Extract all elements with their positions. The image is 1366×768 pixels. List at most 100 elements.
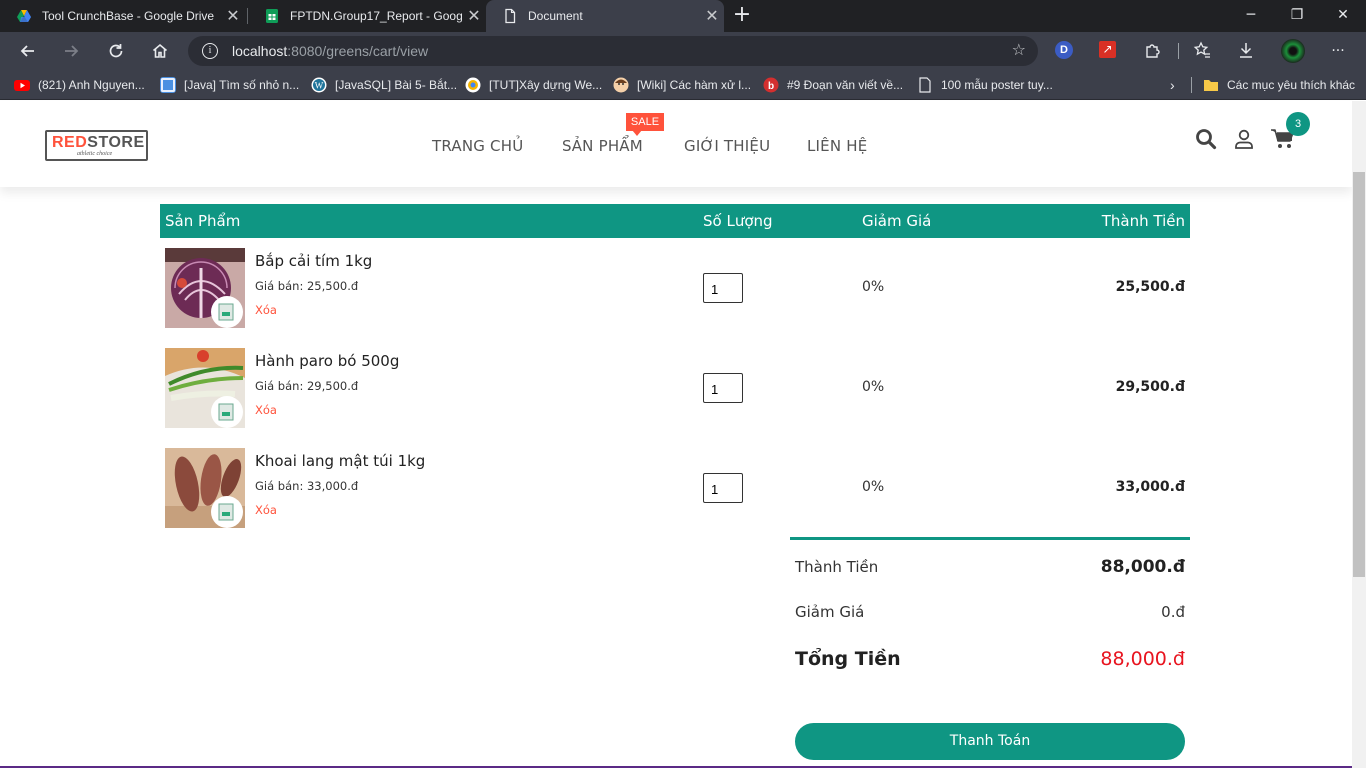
restore-button[interactable]: ❐ — [1274, 0, 1320, 32]
site-icon — [160, 77, 176, 93]
profile-avatar-icon[interactable] — [1281, 39, 1305, 63]
extensions-puzzle-icon[interactable] — [1143, 41, 1163, 61]
quantity-input[interactable]: 1 — [703, 473, 743, 503]
header-discount: Giảm Giá — [862, 212, 932, 230]
discount-row: Giảm Giá 0.đ — [795, 603, 1185, 625]
product-price: Giá bán: 33,000.đ — [255, 479, 359, 493]
item-total: 33,000.đ — [1115, 479, 1185, 495]
new-tab-button[interactable]: + — [730, 4, 754, 28]
subtotal-value: 88,000.đ — [1100, 557, 1185, 577]
extension-red-icon[interactable]: ↗ — [1099, 41, 1119, 61]
bookmarks-overflow-chevron-icon[interactable]: › — [1170, 76, 1175, 94]
forward-button[interactable] — [57, 37, 85, 65]
browser-toolbar: i localhost:8080/greens/cart/view ☆ D ↗ … — [0, 32, 1366, 70]
back-arrow-icon — [20, 45, 34, 57]
nav-home[interactable]: TRANG CHỦ — [432, 137, 523, 155]
browser-tab-bar: Tool CrunchBase - Google Drive ✕ FPTDN.G… — [0, 0, 1366, 32]
document-icon — [505, 8, 516, 24]
reload-icon — [109, 44, 123, 58]
nav-about[interactable]: GIỚI THIỆU — [684, 137, 770, 155]
tab-title: Tool CrunchBase - Google Drive — [42, 9, 215, 23]
quantity-input[interactable]: 1 — [703, 273, 743, 303]
bookmark-item[interactable]: [Wiki] Các hàm xử l... — [613, 76, 751, 94]
bookmark-item[interactable]: b #9 Đoạn văn viết về... — [763, 76, 903, 94]
user-icon[interactable] — [1232, 127, 1256, 151]
profile-d-icon[interactable]: D — [1055, 41, 1075, 61]
quantity-input[interactable]: 1 — [703, 373, 743, 403]
close-window-button[interactable]: ✕ — [1320, 0, 1366, 32]
back-button[interactable] — [14, 37, 42, 65]
bookmark-item[interactable]: 100 mẫu poster tuy... — [917, 76, 1053, 94]
toolbar-divider — [1178, 43, 1179, 59]
site-header: REDSTORE athletic choice TRANG CHỦ SẢN P… — [0, 101, 1352, 187]
product-image-sweet-potato[interactable] — [165, 448, 245, 528]
item-discount: 0% — [862, 379, 885, 395]
bookmark-item[interactable]: W [JavaSQL] Bài 5- Bắt... — [311, 76, 457, 94]
bookmark-item[interactable]: [Java] Tìm số nhỏ n... — [160, 76, 299, 94]
favorite-star-icon[interactable]: ☆ — [1012, 40, 1026, 59]
more-menu-icon[interactable]: ··· — [1328, 41, 1348, 61]
tab-google-drive[interactable]: Tool CrunchBase - Google Drive ✕ — [0, 0, 245, 32]
product-name[interactable]: Bắp cải tím 1kg — [255, 252, 372, 270]
youtube-icon — [14, 80, 30, 91]
product-name[interactable]: Hành paro bó 500g — [255, 352, 399, 370]
minimize-button[interactable]: ─ — [1228, 0, 1274, 32]
checkout-button[interactable]: Thanh Toán — [795, 723, 1185, 760]
forward-arrow-icon — [65, 45, 79, 57]
folder-icon — [1204, 80, 1218, 91]
grand-total-value: 88,000.đ — [1100, 648, 1185, 670]
item-discount: 0% — [862, 479, 885, 495]
close-tab-icon[interactable]: ✕ — [462, 6, 486, 26]
grand-total-row: Tổng Tiền 88,000.đ — [795, 648, 1185, 674]
sale-badge: SALE — [626, 113, 664, 136]
tab-google-sheets[interactable]: FPTDN.Group17_Report - Google ✕ — [248, 0, 486, 32]
close-tab-icon[interactable]: ✕ — [700, 6, 724, 26]
cart-count-badge: 3 — [1286, 112, 1310, 136]
b-icon: b — [763, 77, 779, 93]
site-icon — [465, 77, 481, 93]
discount-value: 0.đ — [1161, 603, 1185, 621]
favorites-icon[interactable] — [1192, 41, 1212, 61]
product-image-purple-cabbage[interactable] — [165, 248, 245, 328]
avatar-icon — [613, 77, 629, 93]
reload-button[interactable] — [102, 37, 130, 65]
product-image-leek[interactable] — [165, 348, 245, 428]
cart-row: Khoai lang mật túi 1kg Giá bán: 33,000.đ… — [160, 438, 1190, 538]
svg-text:b: b — [768, 81, 774, 92]
redstore-logo[interactable]: REDSTORE athletic choice — [45, 130, 148, 161]
other-bookmarks-folder[interactable]: Các mục yêu thích khác — [1203, 76, 1355, 94]
item-total: 25,500.đ — [1115, 279, 1185, 295]
header-quantity: Số Lượng — [703, 212, 773, 230]
cart-row: Hành paro bó 500g Giá bán: 29,500.đ Xóa … — [160, 338, 1190, 438]
discount-label: Giảm Giá — [795, 603, 865, 621]
google-sheets-icon — [266, 9, 278, 23]
cart-summary: Thành Tiền 88,000.đ Giảm Giá 0.đ Tổng Ti… — [790, 537, 1190, 670]
subtotal-row: Thành Tiền 88,000.đ — [795, 557, 1185, 579]
home-button[interactable] — [146, 37, 174, 65]
remove-link[interactable]: Xóa — [255, 303, 277, 317]
remove-link[interactable]: Xóa — [255, 403, 277, 417]
nav-contact[interactable]: LIÊN HỆ — [807, 137, 867, 155]
product-price: Giá bán: 25,500.đ — [255, 279, 359, 293]
bookmark-item[interactable]: (821) Anh Nguyen... — [14, 76, 145, 94]
grand-total-label: Tổng Tiền — [795, 648, 901, 670]
page-scrollbar-thumb[interactable] — [1353, 172, 1365, 577]
home-icon — [152, 43, 168, 58]
bookmark-item[interactable]: [TUT]Xây dựng We... — [465, 76, 602, 94]
tab-title: Document — [528, 9, 583, 23]
item-total: 29,500.đ — [1115, 379, 1185, 395]
close-tab-icon[interactable]: ✕ — [221, 6, 245, 26]
address-bar[interactable]: i localhost:8080/greens/cart/view ☆ — [188, 36, 1038, 66]
header-total: Thành Tiền — [1101, 212, 1185, 230]
cart-row: Bắp cải tím 1kg Giá bán: 25,500.đ Xóa 1 … — [160, 238, 1190, 338]
site-info-icon[interactable]: i — [202, 43, 218, 59]
product-name[interactable]: Khoai lang mật túi 1kg — [255, 452, 425, 470]
search-icon[interactable] — [1194, 127, 1218, 151]
nav-products[interactable]: SẢN PHẨM — [562, 137, 643, 155]
wordpress-icon: W — [311, 77, 327, 93]
tab-document[interactable]: Document ✕ — [486, 0, 724, 32]
downloads-icon[interactable] — [1236, 41, 1256, 61]
bookmarks-bar: (821) Anh Nguyen... [Java] Tìm số nhỏ n.… — [0, 70, 1366, 100]
remove-link[interactable]: Xóa — [255, 503, 277, 517]
url-text: localhost:8080/greens/cart/view — [232, 43, 429, 59]
